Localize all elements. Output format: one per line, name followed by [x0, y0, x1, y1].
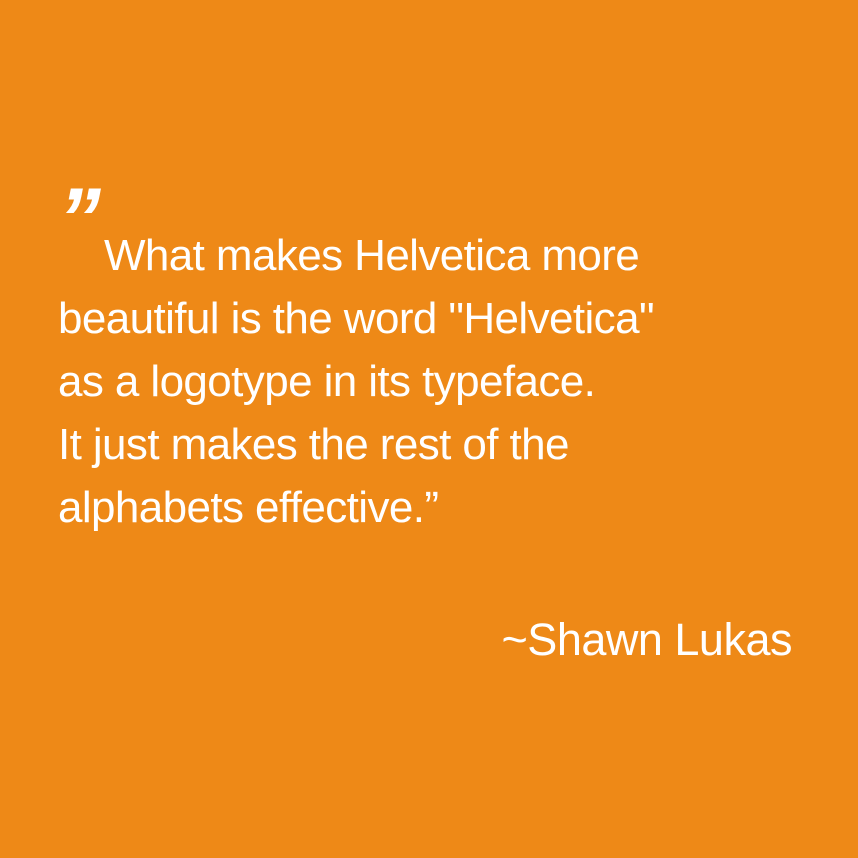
quote-text: What makes Helvetica more beautiful is t…: [58, 224, 848, 539]
quote-line: What makes Helvetica more: [104, 231, 640, 280]
quote-line: as a logotype in its typeface.: [58, 357, 596, 406]
quote-line: It just makes the rest of the: [58, 420, 569, 469]
quote-card: ” What makes Helvetica more beautiful is…: [0, 0, 858, 858]
quote-attribution: ~Shawn Lukas: [501, 614, 793, 665]
open-quote-mark: ”: [58, 171, 101, 267]
quote-line: beautiful is the word "Helvetica": [58, 294, 655, 343]
quote-line: alphabets effective.”: [58, 483, 439, 532]
